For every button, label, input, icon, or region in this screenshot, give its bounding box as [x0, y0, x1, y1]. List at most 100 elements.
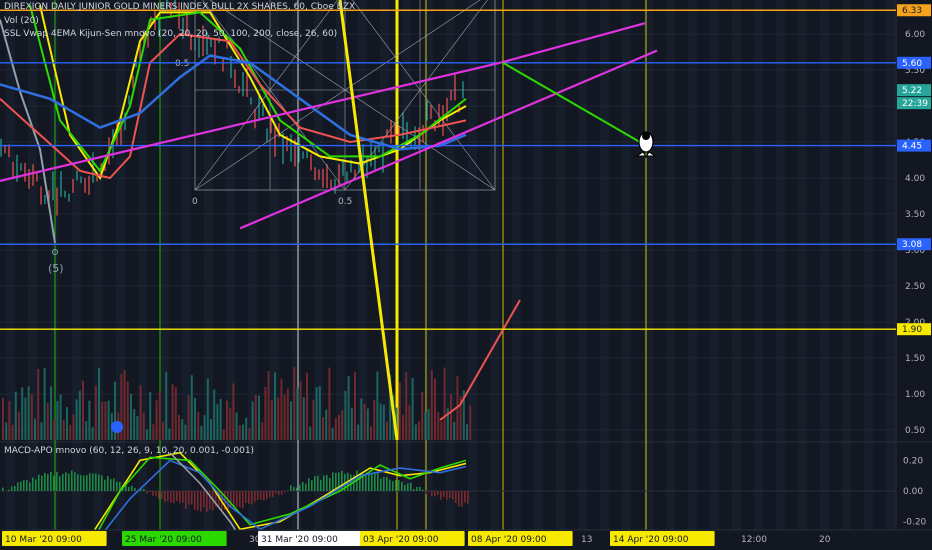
macd-histogram — [200, 491, 202, 512]
volume-bar — [466, 424, 468, 440]
session-stripe — [490, 0, 499, 530]
macd-histogram — [131, 485, 133, 491]
session-stripe — [292, 0, 301, 530]
volume-bar — [248, 428, 251, 440]
macd-histogram — [185, 491, 187, 509]
volume-bar — [75, 399, 78, 440]
macd-histogram — [53, 475, 55, 491]
macd-histogram — [38, 474, 40, 491]
macd-histogram — [164, 491, 166, 502]
macd-histogram — [191, 491, 193, 505]
macd-histogram — [431, 491, 433, 497]
macd-histogram — [17, 482, 19, 491]
macd-histogram — [461, 491, 463, 507]
volume-bar — [158, 391, 161, 440]
session-stripe — [534, 0, 543, 530]
macd-histogram — [467, 491, 469, 504]
volume-bar — [238, 424, 241, 440]
macd-histogram — [389, 479, 391, 491]
volume-bar — [274, 372, 276, 440]
macd-histogram — [434, 491, 436, 497]
macd-histogram — [326, 474, 328, 491]
volume-bar — [418, 421, 420, 440]
volume-bar — [40, 422, 43, 440]
macd-histogram — [161, 491, 163, 500]
price-tick: 6.00 — [905, 30, 925, 40]
macd-histogram — [104, 479, 106, 491]
volume-bar — [27, 386, 30, 440]
volume-bar — [334, 418, 337, 440]
wave-label: (5) — [48, 262, 64, 275]
macd-histogram — [251, 491, 253, 505]
macd-histogram — [269, 491, 271, 498]
macd-histogram — [62, 473, 64, 491]
macd-histogram — [257, 491, 259, 500]
macd-histogram — [206, 491, 208, 513]
macd-histogram — [83, 475, 85, 491]
price-tick: 2.50 — [905, 282, 925, 292]
session-stripe — [688, 0, 697, 530]
fib-label-half-top: 0.5 — [175, 59, 189, 69]
volume-bar — [152, 424, 155, 440]
volume-bar — [283, 394, 286, 440]
volume-bar — [290, 401, 292, 440]
macd-histogram — [86, 474, 88, 491]
price-tag-label: 22:39 — [902, 99, 928, 109]
volume-bar — [171, 384, 174, 440]
fib-label-half: 0.5 — [338, 197, 352, 207]
macd-histogram — [158, 491, 160, 500]
macd-tick: -0.20 — [903, 518, 927, 528]
volume-bar — [354, 371, 356, 440]
volume-bar — [126, 381, 129, 440]
volume-bar — [197, 411, 200, 440]
macd-histogram — [419, 486, 421, 491]
volume-bar — [168, 428, 171, 440]
volume-bar — [155, 400, 158, 440]
volume-bar — [206, 378, 209, 440]
macd-histogram — [20, 481, 22, 491]
volume-bar — [46, 402, 49, 440]
volume-bar — [203, 415, 206, 440]
macd-histogram — [2, 487, 4, 491]
macd-histogram — [464, 491, 466, 503]
macd-histogram — [92, 473, 94, 491]
macd-histogram — [29, 482, 31, 491]
session-stripe — [556, 0, 565, 530]
macd-histogram — [41, 475, 43, 491]
session-stripe — [600, 0, 609, 530]
macd-histogram — [146, 491, 148, 494]
macd-histogram — [395, 480, 397, 491]
macd-histogram — [440, 491, 442, 500]
fib-label-0: 0 — [192, 197, 198, 207]
volume-bar — [187, 395, 190, 440]
macd-histogram — [242, 491, 244, 509]
macd-histogram — [284, 491, 286, 493]
volume-bar — [194, 397, 196, 440]
session-stripe — [622, 0, 631, 530]
macd-histogram — [35, 479, 37, 491]
time-label: 10 Mar '20 09:00 — [5, 535, 82, 545]
price-tag-label: 5.60 — [902, 59, 922, 69]
price-tick: 1.00 — [905, 390, 925, 400]
price-tag-label: 5.22 — [902, 86, 922, 96]
session-stripe — [820, 0, 829, 530]
macd-histogram — [458, 491, 460, 507]
volume-bar — [94, 385, 97, 440]
volume-bar — [5, 422, 8, 440]
legend-volume: Vol (20) — [4, 16, 39, 26]
macd-histogram — [89, 473, 91, 491]
tux-head — [642, 132, 650, 140]
info-badge — [111, 421, 123, 433]
macd-histogram — [404, 484, 406, 491]
macd-histogram — [56, 472, 58, 491]
volume-bar — [437, 412, 440, 440]
session-stripe — [402, 0, 411, 530]
price-tick: 4.00 — [905, 174, 925, 184]
macd-histogram — [245, 491, 247, 504]
volume-bar — [34, 418, 36, 440]
volume-bar — [37, 368, 40, 440]
macd-histogram — [113, 478, 115, 491]
volume-bar — [347, 376, 350, 440]
macd-tick: 0.00 — [903, 487, 923, 497]
volume-bar — [66, 407, 68, 440]
